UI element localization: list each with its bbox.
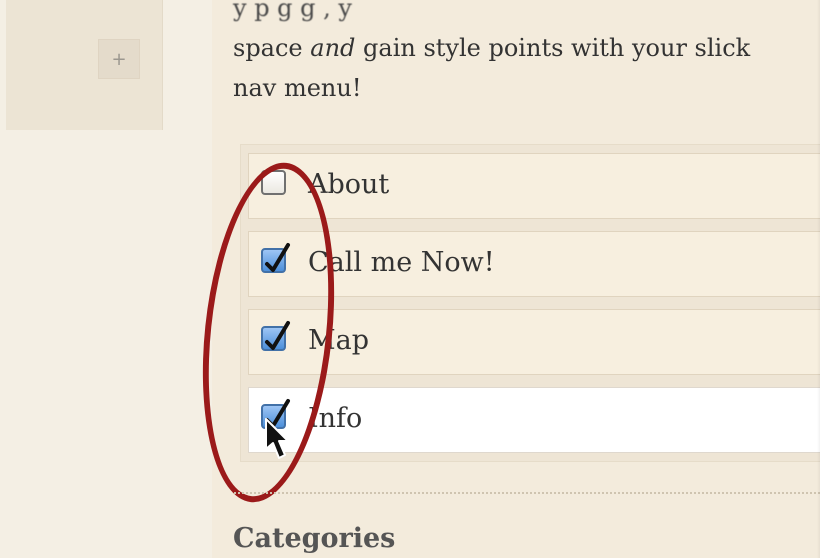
left-sidebar: +: [0, 0, 212, 558]
menu-item-label-about: About: [308, 169, 390, 200]
intro-line-1: y p g g , y: [233, 0, 352, 22]
categories-heading: Categories: [233, 523, 396, 554]
checkmark-icon: [265, 399, 290, 428]
intro-text: y p g g , y space and gain style points …: [233, 0, 820, 108]
left-panel: +: [6, 0, 163, 130]
menu-item-about[interactable]: About: [248, 153, 820, 219]
intro-line-2-end: gain style points with your slick: [355, 34, 751, 62]
intro-line-2: space and gain style points with your sl…: [233, 28, 820, 68]
menu-item-label-info: Info: [308, 403, 363, 434]
menu-item-map[interactable]: Map: [248, 309, 820, 375]
navigation-menu-list: About Call me Now! Map Info: [240, 144, 820, 462]
checkbox-map[interactable]: [261, 321, 290, 351]
add-button[interactable]: +: [98, 39, 140, 79]
checkmark-icon: [265, 321, 290, 350]
checkbox-call-me-now[interactable]: [261, 243, 290, 273]
checkbox-about[interactable]: [261, 170, 286, 195]
intro-line-2-start: space: [233, 34, 311, 62]
menu-item-call-me-now[interactable]: Call me Now!: [248, 231, 820, 297]
page: + y p g g , y space and gain style point…: [0, 0, 820, 558]
menu-item-label-map: Map: [308, 325, 370, 356]
intro-line-3: nav menu!: [233, 74, 362, 102]
main-content: y p g g , y space and gain style points …: [212, 0, 820, 558]
section-divider: [234, 492, 820, 494]
intro-emphasis: and: [310, 34, 356, 62]
menu-item-label-call-me-now: Call me Now!: [308, 247, 495, 278]
checkmark-icon: [265, 243, 290, 272]
checkbox-info[interactable]: [261, 399, 290, 429]
menu-item-info[interactable]: Info: [248, 387, 820, 453]
